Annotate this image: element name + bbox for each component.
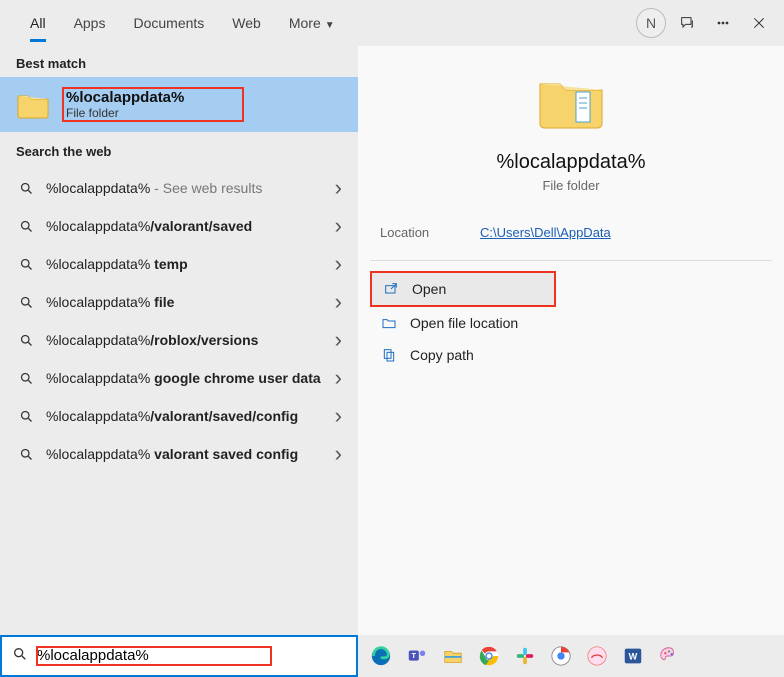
tab-documents[interactable]: Documents bbox=[119, 5, 218, 41]
taskbar-explorer-icon[interactable] bbox=[438, 641, 468, 671]
action-open-label: Open bbox=[412, 281, 446, 297]
actions-list: Open Open file location Copy path bbox=[358, 271, 784, 371]
preview-subtitle: File folder bbox=[378, 178, 764, 193]
web-result-item[interactable]: %localappdata% temp› bbox=[0, 245, 358, 283]
web-result-text: %localappdata% file bbox=[46, 293, 335, 311]
action-open[interactable]: Open bbox=[372, 273, 554, 305]
tab-more-label: More bbox=[289, 15, 321, 31]
chevron-right-icon: › bbox=[335, 365, 342, 391]
tab-web[interactable]: Web bbox=[218, 5, 275, 41]
folder-big-icon bbox=[536, 72, 606, 137]
copy-icon bbox=[380, 347, 398, 363]
chevron-right-icon: › bbox=[335, 175, 342, 201]
more-icon[interactable] bbox=[708, 8, 738, 38]
search-icon bbox=[16, 295, 36, 310]
web-result-item[interactable]: %localappdata% file› bbox=[0, 283, 358, 321]
web-result-text: %localappdata%/valorant/saved bbox=[46, 217, 335, 235]
search-icon bbox=[16, 333, 36, 348]
preview-title: %localappdata% bbox=[378, 151, 764, 174]
bottom-bar: T W bbox=[0, 635, 784, 677]
chevron-down-icon: ▼ bbox=[325, 20, 335, 31]
taskbar-chrome-icon[interactable] bbox=[474, 641, 504, 671]
action-open-location-label: Open file location bbox=[410, 315, 518, 331]
search-icon bbox=[16, 181, 36, 196]
web-result-item[interactable]: %localappdata%/roblox/versions› bbox=[0, 321, 358, 359]
tab-more[interactable]: More ▼ bbox=[275, 5, 349, 41]
best-match-header: Best match bbox=[0, 46, 358, 77]
web-result-text: %localappdata%/roblox/versions bbox=[46, 331, 335, 349]
web-result-item[interactable]: %localappdata% valorant saved config› bbox=[0, 435, 358, 473]
chevron-right-icon: › bbox=[335, 403, 342, 429]
search-icon bbox=[16, 219, 36, 234]
search-icon bbox=[12, 646, 28, 667]
action-open-location[interactable]: Open file location bbox=[370, 307, 772, 339]
feedback-icon[interactable] bbox=[672, 8, 702, 38]
taskbar-slack-icon[interactable] bbox=[510, 641, 540, 671]
user-avatar[interactable]: N bbox=[636, 8, 666, 38]
web-result-text: %localappdata% valorant saved config bbox=[46, 445, 335, 463]
taskbar-paint-icon[interactable] bbox=[654, 641, 684, 671]
web-result-text: %localappdata% - See web results bbox=[46, 179, 335, 197]
web-result-item[interactable]: %localappdata% google chrome user data› bbox=[0, 359, 358, 397]
best-match-item[interactable]: %localappdata% File folder bbox=[0, 77, 358, 132]
best-match-subtitle: File folder bbox=[66, 106, 184, 120]
web-results-list: %localappdata% - See web results›%locala… bbox=[0, 165, 358, 481]
taskbar: T W bbox=[358, 635, 784, 677]
close-icon[interactable] bbox=[744, 8, 774, 38]
taskbar-chrome2-icon[interactable] bbox=[546, 641, 576, 671]
tab-apps[interactable]: Apps bbox=[60, 5, 120, 41]
action-copy-path-label: Copy path bbox=[410, 347, 474, 363]
taskbar-word-icon[interactable]: W bbox=[618, 641, 648, 671]
web-result-text: %localappdata% temp bbox=[46, 255, 335, 273]
top-tab-bar: All Apps Documents Web More ▼ N bbox=[0, 0, 784, 46]
search-icon bbox=[16, 257, 36, 272]
preview-panel: %localappdata% File folder Location C:\U… bbox=[358, 46, 784, 635]
location-link[interactable]: C:\Users\Dell\AppData bbox=[480, 225, 611, 240]
taskbar-edge-icon[interactable] bbox=[366, 641, 396, 671]
search-box[interactable] bbox=[0, 635, 358, 677]
search-icon bbox=[16, 409, 36, 424]
svg-text:W: W bbox=[629, 652, 638, 662]
web-result-text: %localappdata% google chrome user data bbox=[46, 369, 335, 387]
web-result-text: %localappdata%/valorant/saved/config bbox=[46, 407, 335, 425]
open-icon bbox=[382, 281, 400, 297]
folder-icon bbox=[16, 88, 50, 122]
tab-all[interactable]: All bbox=[16, 5, 60, 41]
chevron-right-icon: › bbox=[335, 327, 342, 353]
location-label: Location bbox=[380, 225, 480, 240]
action-copy-path[interactable]: Copy path bbox=[370, 339, 772, 371]
results-panel: Best match %localappdata% File folder Se… bbox=[0, 46, 358, 635]
search-icon bbox=[16, 371, 36, 386]
chevron-right-icon: › bbox=[335, 251, 342, 277]
divider bbox=[370, 260, 772, 261]
best-match-title: %localappdata% bbox=[66, 89, 184, 106]
web-result-item[interactable]: %localappdata% - See web results› bbox=[0, 169, 358, 207]
chevron-right-icon: › bbox=[335, 441, 342, 467]
chevron-right-icon: › bbox=[335, 213, 342, 239]
web-result-item[interactable]: %localappdata%/valorant/saved› bbox=[0, 207, 358, 245]
taskbar-teams-icon[interactable]: T bbox=[402, 641, 432, 671]
chevron-right-icon: › bbox=[335, 289, 342, 315]
search-web-header: Search the web bbox=[0, 134, 358, 165]
web-result-item[interactable]: %localappdata%/valorant/saved/config› bbox=[0, 397, 358, 435]
search-icon bbox=[16, 447, 36, 462]
taskbar-app1-icon[interactable] bbox=[582, 641, 612, 671]
svg-text:T: T bbox=[412, 651, 417, 660]
location-row: Location C:\Users\Dell\AppData bbox=[358, 213, 784, 260]
search-input[interactable] bbox=[37, 647, 236, 664]
folder-open-icon bbox=[380, 315, 398, 331]
